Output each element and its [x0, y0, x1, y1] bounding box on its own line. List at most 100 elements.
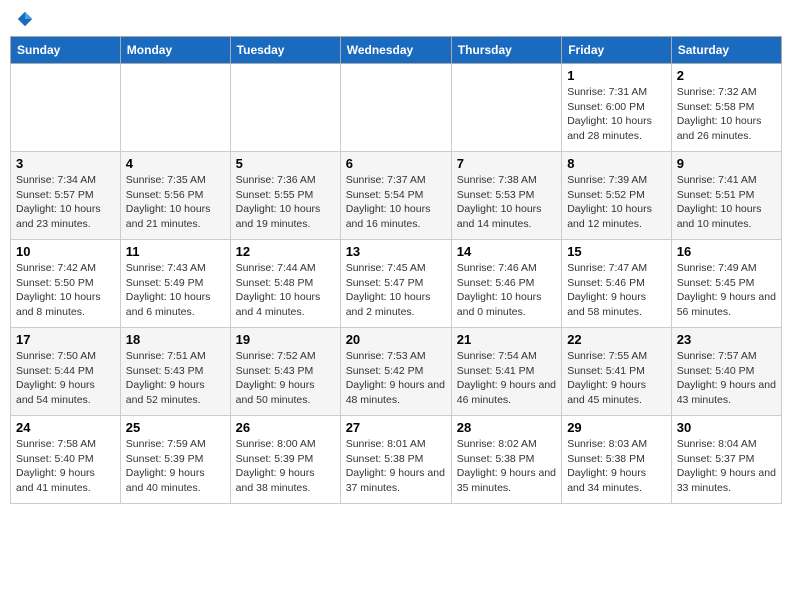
day-info: Sunrise: 7:59 AMSunset: 5:39 PMDaylight:… — [126, 437, 225, 496]
day-cell: 1Sunrise: 7:31 AMSunset: 6:00 PMDaylight… — [562, 64, 672, 152]
day-number: 20 — [346, 332, 446, 347]
day-number: 21 — [457, 332, 556, 347]
day-cell: 10 Sunrise: 7:42 AMSunset: 5:50 PMDayligh… — [11, 240, 121, 328]
day-number: 23 — [677, 332, 776, 347]
day-number: 25 — [126, 420, 225, 435]
empty-day-cell — [340, 64, 451, 152]
empty-day-cell — [120, 64, 230, 152]
day-cell: 2 Sunrise: 7:32 AMSunset: 5:58 PMDaylight… — [671, 64, 781, 152]
day-number: 13 — [346, 244, 446, 259]
day-cell: 19Sunrise: 7:52 AMSunset: 5:43 PMDayligh… — [230, 328, 340, 416]
day-cell: 3 Sunrise: 7:34 AMSunset: 5:57 PMDaylight… — [11, 152, 121, 240]
day-number: 24 — [16, 420, 115, 435]
day-info: Sunrise: 7:46 AMSunset: 5:46 PMDaylight:… — [457, 261, 556, 320]
day-cell: 9 Sunrise: 7:41 AMSunset: 5:51 PMDaylight… — [671, 152, 781, 240]
day-number: 17 — [16, 332, 115, 347]
day-info: Sunrise: 7:54 AMSunset: 5:41 PMDaylight:… — [457, 349, 556, 408]
day-number: 11 — [126, 244, 225, 259]
day-info: Sunrise: 7:36 AMSunset: 5:55 PMDaylight:… — [236, 173, 335, 232]
page-header — [10, 10, 782, 28]
day-cell: 30Sunrise: 8:04 AMSunset: 5:37 PMDayligh… — [671, 416, 781, 504]
day-of-week-header: Tuesday — [230, 37, 340, 64]
calendar-header-row: SundayMondayTuesdayWednesdayThursdayFrid… — [11, 37, 782, 64]
day-number: 18 — [126, 332, 225, 347]
calendar-week-row: 3 Sunrise: 7:34 AMSunset: 5:57 PMDaylight… — [11, 152, 782, 240]
empty-day-cell — [230, 64, 340, 152]
day-cell: 5 Sunrise: 7:36 AMSunset: 5:55 PMDaylight… — [230, 152, 340, 240]
day-number: 2 — [677, 68, 776, 83]
day-of-week-header: Monday — [120, 37, 230, 64]
day-number: 12 — [236, 244, 335, 259]
day-cell: 21 Sunrise: 7:54 AMSunset: 5:41 PMDayligh… — [451, 328, 561, 416]
day-cell: 12 Sunrise: 7:44 AMSunset: 5:48 PMDayligh… — [230, 240, 340, 328]
day-cell: 6 Sunrise: 7:37 AMSunset: 5:54 PMDaylight… — [340, 152, 451, 240]
day-number: 29 — [567, 420, 666, 435]
day-cell: 15Sunrise: 7:47 AMSunset: 5:46 PMDayligh… — [562, 240, 672, 328]
day-cell: 20 Sunrise: 7:53 AMSunset: 5:42 PMDayligh… — [340, 328, 451, 416]
day-number: 19 — [236, 332, 335, 347]
day-of-week-header: Sunday — [11, 37, 121, 64]
day-cell: 4 Sunrise: 7:35 AMSunset: 5:56 PMDaylight… — [120, 152, 230, 240]
calendar-week-row: 17 Sunrise: 7:50 AMSunset: 5:44 PMDayligh… — [11, 328, 782, 416]
day-cell: 29Sunrise: 8:03 AMSunset: 5:38 PMDayligh… — [562, 416, 672, 504]
day-info: Sunrise: 7:43 AMSunset: 5:49 PMDaylight:… — [126, 261, 225, 320]
day-cell: 26 Sunrise: 8:00 AMSunset: 5:39 PMDayligh… — [230, 416, 340, 504]
day-info: Sunrise: 7:32 AMSunset: 5:58 PMDaylight:… — [677, 85, 776, 144]
day-number: 5 — [236, 156, 335, 171]
day-info: Sunrise: 7:49 AMSunset: 5:45 PMDaylight:… — [677, 261, 776, 320]
day-info: Sunrise: 8:01 AMSunset: 5:38 PMDaylight:… — [346, 437, 446, 496]
day-info: Sunrise: 7:51 AMSunset: 5:43 PMDaylight:… — [126, 349, 225, 408]
day-cell: 7 Sunrise: 7:38 AMSunset: 5:53 PMDaylight… — [451, 152, 561, 240]
day-info: Sunrise: 7:31 AMSunset: 6:00 PMDaylight:… — [567, 85, 666, 144]
day-cell: 28 Sunrise: 8:02 AMSunset: 5:38 PMDayligh… — [451, 416, 561, 504]
calendar-week-row: 24Sunrise: 7:58 AMSunset: 5:40 PMDayligh… — [11, 416, 782, 504]
day-number: 8 — [567, 156, 666, 171]
day-of-week-header: Saturday — [671, 37, 781, 64]
day-number: 14 — [457, 244, 556, 259]
day-info: Sunrise: 7:45 AMSunset: 5:47 PMDaylight:… — [346, 261, 446, 320]
empty-day-cell — [451, 64, 561, 152]
day-info: Sunrise: 7:53 AMSunset: 5:42 PMDaylight:… — [346, 349, 446, 408]
day-cell: 17 Sunrise: 7:50 AMSunset: 5:44 PMDayligh… — [11, 328, 121, 416]
day-number: 6 — [346, 156, 446, 171]
day-info: Sunrise: 8:00 AMSunset: 5:39 PMDaylight:… — [236, 437, 335, 496]
day-cell: 18 Sunrise: 7:51 AMSunset: 5:43 PMDayligh… — [120, 328, 230, 416]
day-info: Sunrise: 7:57 AMSunset: 5:40 PMDaylight:… — [677, 349, 776, 408]
day-cell: 13 Sunrise: 7:45 AMSunset: 5:47 PMDayligh… — [340, 240, 451, 328]
day-number: 10 — [16, 244, 115, 259]
day-of-week-header: Thursday — [451, 37, 561, 64]
day-number: 4 — [126, 156, 225, 171]
day-info: Sunrise: 7:50 AMSunset: 5:44 PMDaylight:… — [16, 349, 115, 408]
day-number: 28 — [457, 420, 556, 435]
day-cell: 27 Sunrise: 8:01 AMSunset: 5:38 PMDayligh… — [340, 416, 451, 504]
day-number: 9 — [677, 156, 776, 171]
day-number: 16 — [677, 244, 776, 259]
day-info: Sunrise: 7:37 AMSunset: 5:54 PMDaylight:… — [346, 173, 446, 232]
day-cell: 22Sunrise: 7:55 AMSunset: 5:41 PMDayligh… — [562, 328, 672, 416]
day-info: Sunrise: 7:34 AMSunset: 5:57 PMDaylight:… — [16, 173, 115, 232]
day-cell: 14 Sunrise: 7:46 AMSunset: 5:46 PMDayligh… — [451, 240, 561, 328]
day-cell: 8 Sunrise: 7:39 AMSunset: 5:52 PMDaylight… — [562, 152, 672, 240]
day-number: 3 — [16, 156, 115, 171]
day-info: Sunrise: 7:38 AMSunset: 5:53 PMDaylight:… — [457, 173, 556, 232]
day-number: 15 — [567, 244, 666, 259]
day-number: 30 — [677, 420, 776, 435]
day-number: 26 — [236, 420, 335, 435]
day-info: Sunrise: 7:35 AMSunset: 5:56 PMDaylight:… — [126, 173, 225, 232]
day-info: Sunrise: 7:41 AMSunset: 5:51 PMDaylight:… — [677, 173, 776, 232]
day-cell: 23 Sunrise: 7:57 AMSunset: 5:40 PMDayligh… — [671, 328, 781, 416]
calendar-week-row: 1Sunrise: 7:31 AMSunset: 6:00 PMDaylight… — [11, 64, 782, 152]
logo-icon — [16, 10, 34, 28]
calendar-table: SundayMondayTuesdayWednesdayThursdayFrid… — [10, 36, 782, 504]
day-number: 22 — [567, 332, 666, 347]
day-info: Sunrise: 7:44 AMSunset: 5:48 PMDaylight:… — [236, 261, 335, 320]
day-of-week-header: Wednesday — [340, 37, 451, 64]
day-number: 7 — [457, 156, 556, 171]
day-number: 27 — [346, 420, 446, 435]
day-info: Sunrise: 7:39 AMSunset: 5:52 PMDaylight:… — [567, 173, 666, 232]
day-cell: 16 Sunrise: 7:49 AMSunset: 5:45 PMDayligh… — [671, 240, 781, 328]
logo — [14, 10, 34, 28]
day-info: Sunrise: 8:02 AMSunset: 5:38 PMDaylight:… — [457, 437, 556, 496]
day-info: Sunrise: 7:42 AMSunset: 5:50 PMDaylight:… — [16, 261, 115, 320]
day-cell: 24Sunrise: 7:58 AMSunset: 5:40 PMDayligh… — [11, 416, 121, 504]
